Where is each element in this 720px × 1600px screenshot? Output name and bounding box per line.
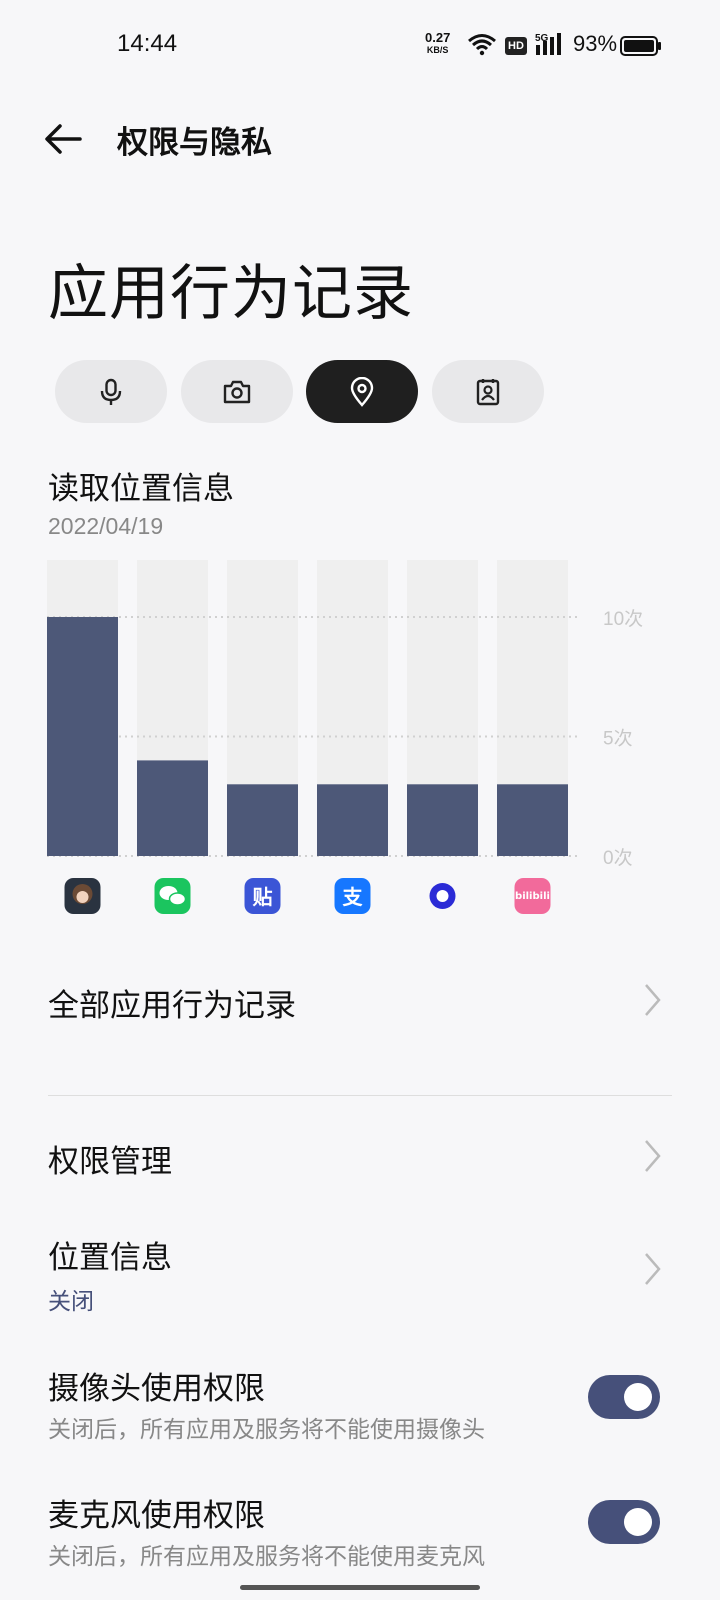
back-arrow-icon[interactable] <box>42 118 84 160</box>
camera-permission-label: 摄像头使用权限 <box>48 1371 265 1407</box>
section-date: 2022/04/19 <box>48 513 164 539</box>
battery-percent: 93% <box>573 31 618 56</box>
tieba-icon: 贴 <box>244 878 281 914</box>
network-speed: 0.27 KB/S <box>425 30 451 56</box>
wechat-icon <box>154 878 191 914</box>
microphone-permission-label: 麦克风使用权限 <box>48 1498 265 1534</box>
battery-icon <box>620 36 661 56</box>
svg-text:支: 支 <box>343 885 364 909</box>
section-title: 读取位置信息 <box>48 471 234 507</box>
divider <box>48 1095 672 1096</box>
game-app-icon <box>64 878 101 914</box>
y-tick-label: 10次 <box>603 608 643 630</box>
bar-circle-app <box>407 784 478 856</box>
microphone-permission-desc: 关闭后，所有应用及服务将不能使用麦克风 <box>48 1544 485 1570</box>
camera-permission-desc: 关闭后，所有应用及服务将不能使用摄像头 <box>48 1417 485 1443</box>
page-title: 应用行为记录 <box>48 259 414 329</box>
hd-badge: HD <box>505 37 527 55</box>
y-tick-label: 0次 <box>603 847 633 869</box>
network-speed-value: 0.27 <box>425 30 451 45</box>
all-records-row[interactable] <box>0 955 720 1045</box>
status-time: 14:44 <box>117 30 178 57</box>
location-info-label: 位置信息 <box>48 1240 172 1276</box>
location-pin-icon <box>350 376 374 407</box>
svg-text:bilibili: bilibili <box>515 891 550 902</box>
tab-microphone[interactable] <box>55 360 167 423</box>
network-speed-unit: KB/S <box>426 45 449 55</box>
circle-app-icon <box>429 883 456 909</box>
chevron-right-icon <box>645 984 661 1016</box>
wifi-icon <box>468 34 496 56</box>
toggle-knob <box>624 1508 652 1536</box>
alipay-icon: 支 <box>334 878 371 914</box>
bar-bilibili <box>497 784 568 856</box>
permission-management-label: 权限管理 <box>48 1144 172 1180</box>
tab-location[interactable] <box>306 360 418 423</box>
camera-permission-toggle[interactable] <box>588 1375 660 1419</box>
tab-camera[interactable] <box>181 360 293 423</box>
microphone-icon <box>100 378 122 405</box>
header-title: 权限与隐私 <box>117 125 272 161</box>
bar-tieba <box>227 784 298 856</box>
bilibili-icon: bilibili <box>514 878 551 914</box>
bar-wechat <box>137 760 208 856</box>
location-usage-chart: 10次 5次 0次贴 支 bilibili <box>47 560 643 914</box>
bar-game-app <box>47 617 118 856</box>
y-tick-label: 5次 <box>603 728 633 750</box>
camera-icon <box>223 380 251 403</box>
chevron-right-icon <box>645 1253 661 1285</box>
svg-text:贴: 贴 <box>253 885 273 909</box>
signal-icon: 5G <box>535 33 561 55</box>
contacts-icon <box>476 378 500 405</box>
toggle-knob <box>624 1383 652 1411</box>
location-info-status: 关闭 <box>48 1289 94 1315</box>
status-bar: 14:44 0.27 KB/S HD 5G 93% <box>0 0 720 90</box>
bar-alipay <box>317 784 388 856</box>
home-indicator[interactable] <box>240 1585 480 1590</box>
tab-contacts[interactable] <box>432 360 544 423</box>
chevron-right-icon <box>645 1140 661 1172</box>
microphone-permission-toggle[interactable] <box>588 1500 660 1544</box>
